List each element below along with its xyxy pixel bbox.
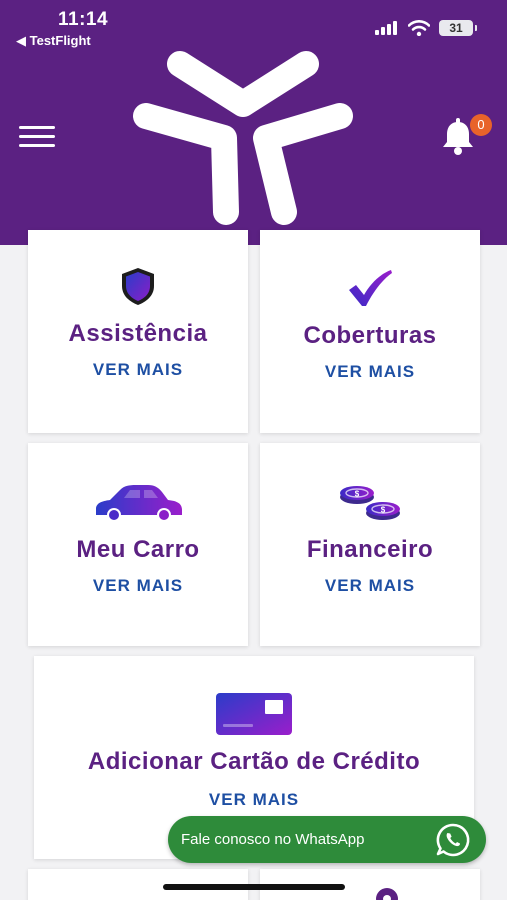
card-title: Financeiro (306, 536, 434, 563)
notification-badge: 0 (470, 114, 492, 136)
ver-mais-link[interactable]: VER MAIS (325, 362, 415, 382)
card-coberturas[interactable]: Coberturas VER MAIS (260, 230, 480, 433)
wifi-icon (408, 20, 430, 36)
svg-text:$: $ (381, 506, 386, 515)
checkmark-icon (349, 270, 392, 306)
app-header: 11:14 ◀ TestFlight 31 0 (0, 0, 507, 245)
signal-icon (375, 21, 397, 35)
card-assistencia[interactable]: Assistência VER MAIS (28, 230, 248, 433)
svg-text:$: $ (355, 490, 360, 499)
car-icon (96, 485, 182, 522)
card-title: Adicionar Cartão de Crédito (87, 748, 421, 775)
shield-icon (122, 268, 154, 305)
whatsapp-contact-button[interactable]: Fale conosco no WhatsApp (168, 816, 486, 863)
battery-indicator: 31 (439, 20, 477, 36)
card-title: Meu Carro (76, 536, 200, 563)
status-icons: 31 (375, 20, 477, 36)
status-bar: 11:14 ◀ TestFlight 31 (0, 0, 507, 52)
ver-mais-link[interactable]: VER MAIS (209, 790, 299, 810)
location-pin-icon (376, 888, 398, 900)
whatsapp-icon (436, 823, 470, 857)
card-financeiro[interactable]: $ $ Financeiro VER MAIS (260, 443, 480, 646)
card-title: Coberturas (303, 322, 437, 349)
card-meu-carro[interactable]: Meu Carro VER MAIS (28, 443, 248, 646)
hamburger-menu-icon[interactable] (19, 126, 55, 148)
ver-mais-link[interactable]: VER MAIS (325, 576, 415, 596)
status-time: 11:14 (58, 9, 109, 30)
brand-logo (133, 51, 353, 225)
home-indicator[interactable] (163, 884, 345, 890)
card-title: Assistência (68, 320, 208, 347)
coins-icon: $ $ (340, 486, 400, 520)
credit-card-icon (216, 693, 292, 735)
whatsapp-button-label: Fale conosco no WhatsApp (181, 831, 365, 848)
ver-mais-link[interactable]: VER MAIS (93, 360, 183, 380)
ver-mais-link[interactable]: VER MAIS (93, 576, 183, 596)
back-to-testflight-link[interactable]: ◀ TestFlight (16, 33, 91, 49)
